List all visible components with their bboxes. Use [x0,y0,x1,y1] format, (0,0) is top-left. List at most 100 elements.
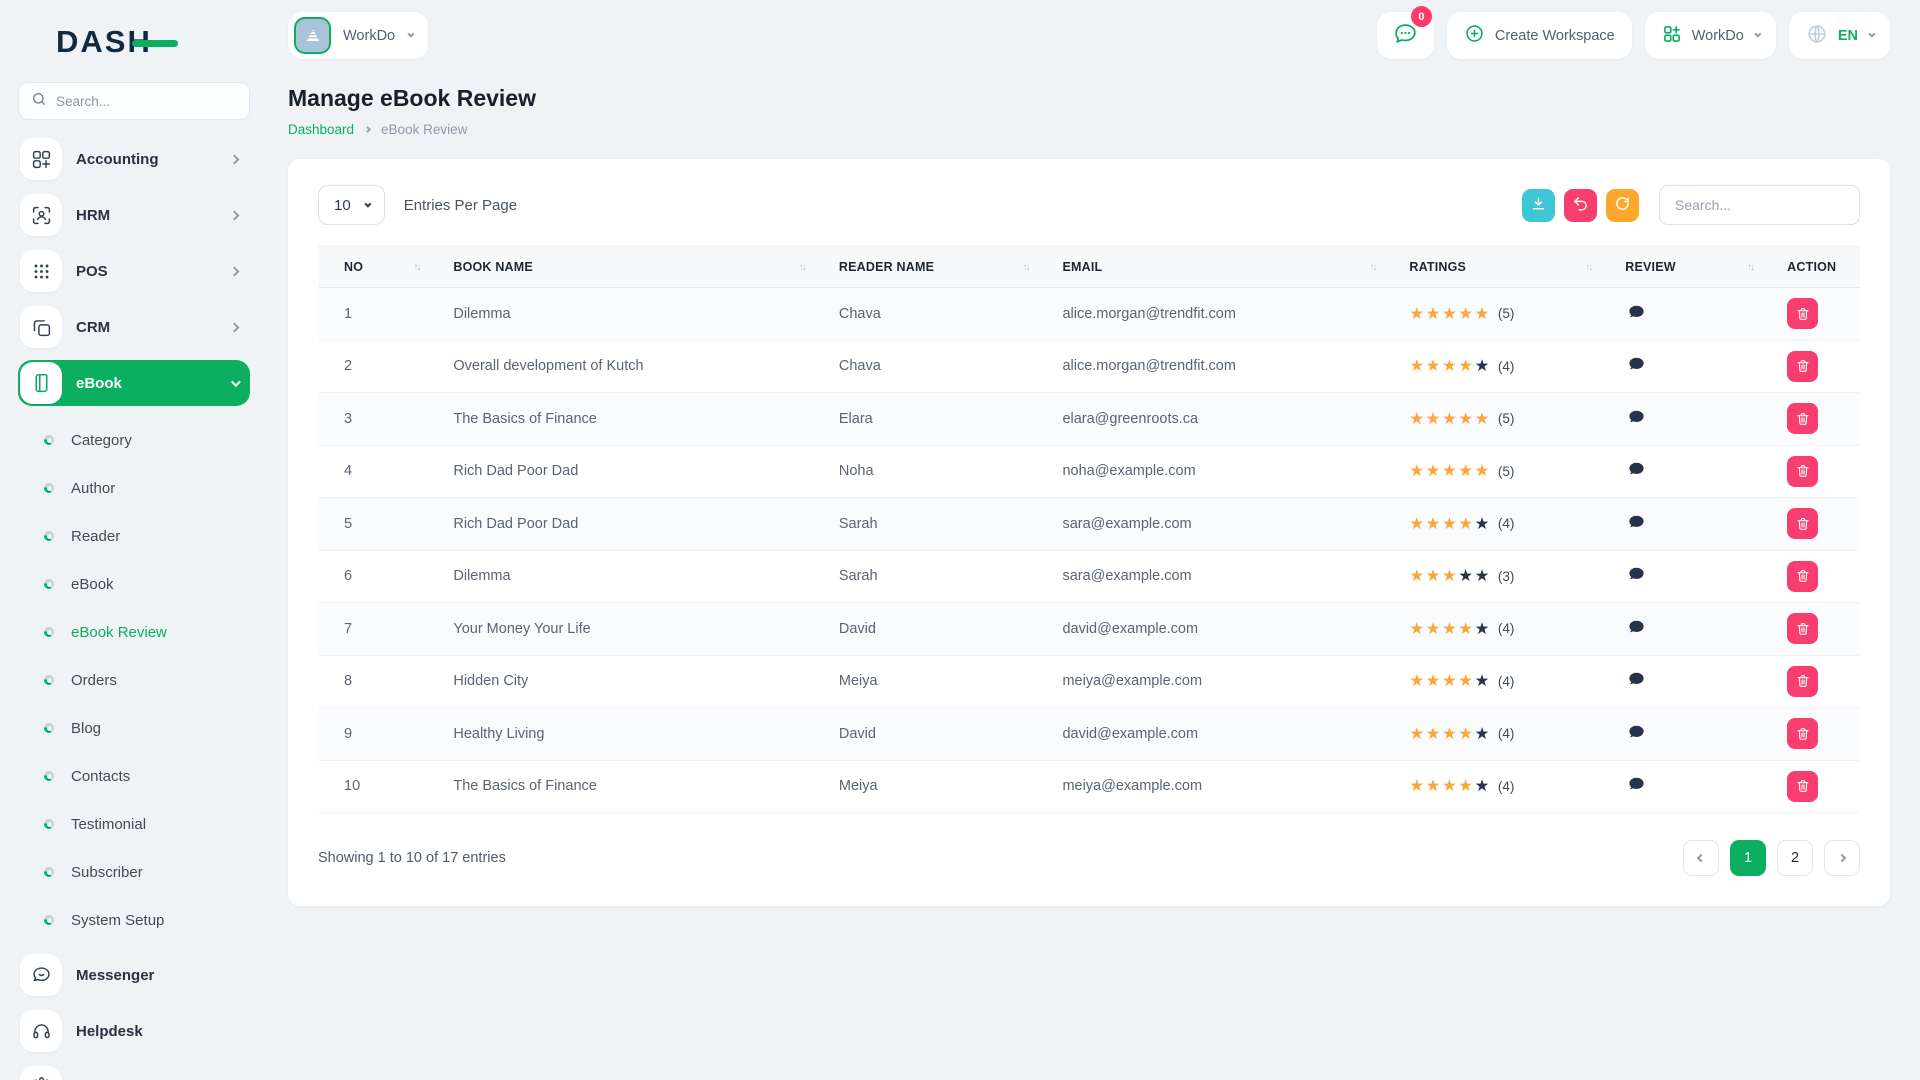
star-filled-icon: ★ [1442,620,1458,638]
review-comment-button[interactable] [1625,668,1648,694]
chat-bubble-icon [1393,21,1418,50]
table-body: 1DilemmaChavaalice.morgan@trendfit.com★★… [318,288,1860,813]
review-comment-button[interactable] [1625,406,1648,432]
sidebar-subitem-system-setup[interactable]: System Setup [18,896,250,944]
review-comment-button[interactable] [1625,511,1648,537]
table-search-input[interactable] [1659,185,1860,225]
column-header-ratings[interactable]: RATINGS↑↓ [1397,247,1613,288]
row-rating: ★★★★★(4) [1397,708,1613,761]
pagination-page-2-button[interactable]: 2 [1777,840,1813,876]
workdo-menu-button[interactable]: WorkDo [1645,12,1776,59]
row-action [1775,445,1860,498]
messenger-icon [20,954,62,996]
sidebar-subitem-category[interactable]: Category [18,416,250,464]
row-reader-name: Chava [827,288,1051,341]
chevron-down-icon [1868,31,1875,38]
entries-per-page-label: Entries Per Page [404,197,517,214]
sidebar-subitem-ebook-review[interactable]: eBook Review [18,608,250,656]
delete-button[interactable] [1787,351,1818,382]
messages-button[interactable]: 0 [1377,12,1434,59]
row-book-name: Your Money Your Life [441,603,827,656]
star-filled-icon: ★ [1442,777,1458,795]
sidebar-item-ebook[interactable]: eBook [18,360,250,406]
star-filled-icon: ★ [1475,305,1491,323]
sidebar-subitem-contacts[interactable]: Contacts [18,752,250,800]
sidebar-item-settings[interactable]: Settings [18,1064,250,1080]
chevron-right-icon [230,210,240,220]
delete-button[interactable] [1787,613,1818,644]
delete-button[interactable] [1787,561,1818,592]
star-filled-icon: ★ [1458,725,1474,743]
sidebar-item-messenger[interactable]: Messenger [18,952,250,998]
sidebar-item-crm[interactable]: CRM [18,304,250,350]
row-no: 5 [318,498,441,551]
sidebar-subitem-author[interactable]: Author [18,464,250,512]
undo-button[interactable] [1564,189,1597,222]
review-comment-button[interactable] [1625,616,1648,642]
row-book-name: Dilemma [441,550,827,603]
submenu-bullet-icon [44,483,54,493]
delete-button[interactable] [1787,718,1818,749]
star-filled-icon: ★ [1409,357,1425,375]
sidebar-subitem-blog[interactable]: Blog [18,704,250,752]
trash-icon [1795,516,1811,532]
pagination-next-button[interactable] [1824,840,1860,876]
export-button[interactable] [1522,189,1555,222]
rating-count: (5) [1498,411,1515,426]
delete-button[interactable] [1787,403,1818,434]
sidebar-search-input[interactable] [56,94,237,109]
column-header-review[interactable]: REVIEW↑↓ [1613,247,1775,288]
submenu-bullet-icon [44,771,54,781]
delete-button[interactable] [1787,456,1818,487]
row-action [1775,498,1860,551]
sidebar-item-hrm[interactable]: HRM [18,192,250,238]
sidebar-subitem-orders[interactable]: Orders [18,656,250,704]
create-workspace-button[interactable]: Create Workspace [1447,12,1632,59]
sidebar-subitem-ebook[interactable]: eBook [18,560,250,608]
language-selector[interactable]: EN [1789,12,1890,59]
delete-button[interactable] [1787,298,1818,329]
review-comment-button[interactable] [1625,773,1648,799]
workspace-selector[interactable]: WorkDo [288,12,428,59]
trash-icon [1795,358,1811,374]
chevron-right-icon [230,322,240,332]
row-action [1775,603,1860,656]
trash-icon [1795,568,1811,584]
refresh-button[interactable] [1606,189,1639,222]
table-row: 5Rich Dad Poor DadSarahsara@example.com★… [318,498,1860,551]
review-comment-button[interactable] [1625,563,1648,589]
download-icon [1530,195,1547,215]
row-reader-name: Noha [827,445,1051,498]
column-header-email[interactable]: EMAIL↑↓ [1050,247,1397,288]
pagination-page-1-button[interactable]: 1 [1730,840,1766,876]
review-comment-button[interactable] [1625,301,1648,327]
rating-stars: ★★★★★ [1409,725,1490,743]
sidebar-subitem-testimonial[interactable]: Testimonial [18,800,250,848]
delete-button[interactable] [1787,508,1818,539]
row-action [1775,288,1860,341]
column-header-book-name[interactable]: BOOK NAME↑↓ [441,247,827,288]
breadcrumb-dashboard-link[interactable]: Dashboard [288,122,354,137]
review-comment-button[interactable] [1625,353,1648,379]
entries-per-page-select[interactable]: 10 [318,185,385,225]
column-header-reader-name[interactable]: READER NAME↑↓ [827,247,1051,288]
star-filled-icon: ★ [1458,515,1474,533]
row-email: elara@greenroots.ca [1050,393,1397,446]
pagination-prev-button[interactable] [1683,840,1719,876]
sidebar-subitem-reader[interactable]: Reader [18,512,250,560]
delete-button[interactable] [1787,771,1818,802]
review-comment-button[interactable] [1625,721,1648,747]
star-empty-icon: ★ [1458,567,1474,585]
grid-plus-icon [1662,24,1682,48]
comment-bubble-icon [1627,670,1646,692]
row-book-name: Dilemma [441,288,827,341]
sidebar-item-pos[interactable]: POS [18,248,250,294]
sidebar-subitem-subscriber[interactable]: Subscriber [18,848,250,896]
review-comment-button[interactable] [1625,458,1648,484]
sidebar-item-helpdesk[interactable]: Helpdesk [18,1008,250,1054]
sidebar-item-accounting[interactable]: Accounting [18,136,250,182]
row-email: noha@example.com [1050,445,1397,498]
column-header-no[interactable]: NO↑↓ [318,247,441,288]
delete-button[interactable] [1787,666,1818,697]
brand-logo[interactable]: DASH [56,24,152,60]
